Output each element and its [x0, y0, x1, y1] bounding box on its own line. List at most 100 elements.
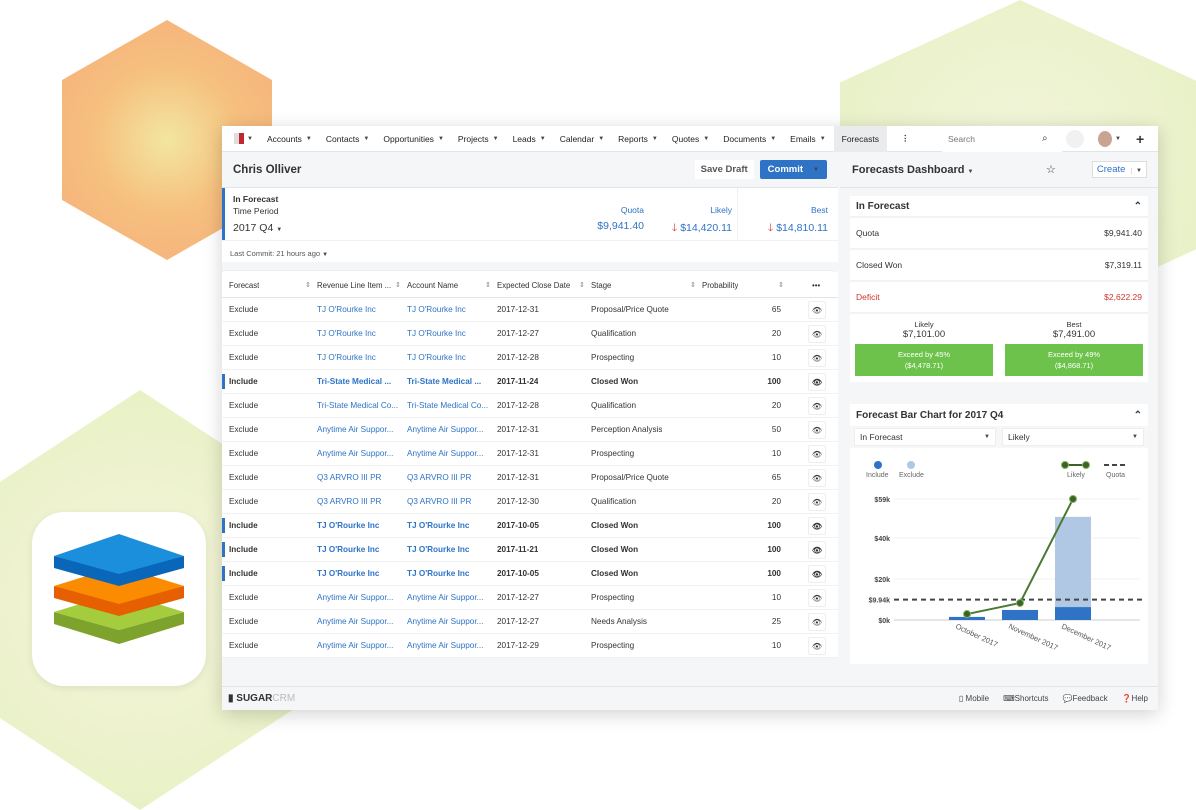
nav-reports[interactable]: Reports ▼ — [618, 134, 658, 144]
revenue-line-item-link[interactable]: TJ O'Rourke Inc — [317, 329, 376, 338]
forecast-cell[interactable]: Include — [229, 569, 258, 578]
search-icon[interactable]: ⌕ — [1042, 133, 1048, 144]
nav-emails[interactable]: Emails ▼ — [790, 134, 825, 144]
revenue-line-item-link[interactable]: Tri-State Medical Co... — [317, 401, 398, 410]
sort-icon[interactable]: ⇕ — [485, 281, 491, 289]
column-header[interactable]: Forecast — [229, 281, 259, 290]
forecast-cell[interactable]: Exclude — [229, 305, 258, 314]
forecast-cell[interactable]: Exclude — [229, 329, 258, 338]
mobile-link[interactable]: ▯ Mobile — [959, 694, 989, 703]
collapse-icon[interactable]: ⌃ — [1134, 410, 1142, 421]
nav-contacts[interactable]: Contacts ▼ — [326, 134, 370, 144]
preview-eye-icon[interactable]: 👁 — [808, 589, 826, 607]
likely-filter-select[interactable]: Likely ▼ — [1002, 428, 1144, 446]
account-link[interactable]: TJ O'Rourke Inc — [407, 329, 466, 338]
save-draft-button[interactable]: Save Draft — [694, 160, 754, 179]
revenue-line-item-link[interactable]: Anytime Air Suppor... — [317, 449, 393, 458]
nav-documents[interactable]: Documents ▼ — [723, 134, 776, 144]
sort-icon[interactable]: ⇕ — [395, 281, 401, 289]
account-link[interactable]: Anytime Air Suppor... — [407, 641, 483, 650]
revenue-line-item-link[interactable]: Tri-State Medical ... — [317, 377, 391, 386]
preview-eye-icon[interactable]: 👁 — [808, 637, 826, 655]
revenue-line-item-link[interactable]: Anytime Air Suppor... — [317, 617, 393, 626]
forecast-cell[interactable]: Exclude — [229, 401, 258, 410]
plus-icon[interactable]: + — [1136, 131, 1144, 147]
preview-eye-icon[interactable]: 👁 — [808, 397, 826, 415]
forecast-cell[interactable]: Include — [229, 545, 258, 554]
nav-forecasts[interactable]: Forecasts — [833, 125, 887, 152]
shortcuts-link[interactable]: ⌨Shortcuts — [1003, 694, 1048, 703]
nav-calendar[interactable]: Calendar ▼ — [560, 134, 604, 144]
account-link[interactable]: Q3 ARVRO III PR — [407, 497, 471, 506]
preview-eye-icon[interactable]: 👁 — [808, 493, 826, 511]
column-header[interactable]: Stage — [591, 281, 611, 290]
preview-eye-icon[interactable]: 👁 — [808, 445, 826, 463]
forecast-filter-select[interactable]: In Forecast ▼ — [854, 428, 996, 446]
account-link[interactable]: Tri-State Medical ... — [407, 377, 481, 386]
account-link[interactable]: Anytime Air Suppor... — [407, 593, 483, 602]
column-header[interactable]: Account Name — [407, 281, 458, 290]
sort-icon[interactable]: ⇕ — [690, 281, 696, 289]
account-link[interactable]: TJ O'Rourke Inc — [407, 353, 466, 362]
preview-eye-icon[interactable]: 👁 — [808, 469, 826, 487]
account-link[interactable]: TJ O'Rourke Inc — [407, 305, 466, 314]
nav-accounts[interactable]: Accounts ▼ — [267, 134, 312, 144]
last-commit[interactable]: Last Commit: 21 hours ago ▼ — [222, 240, 838, 262]
forecast-cell[interactable]: Exclude — [229, 593, 258, 602]
account-link[interactable]: Tri-State Medical Co... — [407, 401, 488, 410]
nav-projects[interactable]: Projects ▼ — [458, 134, 499, 144]
column-header[interactable]: Probability — [702, 281, 738, 290]
sort-icon[interactable]: ⇕ — [305, 281, 311, 289]
logo-menu[interactable]: ▼ — [234, 133, 253, 144]
preview-eye-icon[interactable]: 👁 — [808, 373, 826, 391]
account-link[interactable]: TJ O'Rourke Inc — [407, 521, 469, 530]
forecast-cell[interactable]: Include — [229, 377, 258, 386]
revenue-line-item-link[interactable]: TJ O'Rourke Inc — [317, 545, 379, 554]
revenue-line-item-link[interactable]: TJ O'Rourke Inc — [317, 521, 379, 530]
preview-eye-icon[interactable]: 👁 — [808, 349, 826, 367]
preview-eye-icon[interactable]: 👁 — [808, 325, 826, 343]
account-link[interactable]: Q3 ARVRO III PR — [407, 473, 471, 482]
account-link[interactable]: Anytime Air Suppor... — [407, 617, 483, 626]
revenue-line-item-link[interactable]: Q3 ARVRO III PR — [317, 497, 381, 506]
sort-icon[interactable]: ⇕ — [579, 281, 585, 289]
preview-eye-icon[interactable]: 👁 — [808, 613, 826, 631]
forecast-cell[interactable]: Exclude — [229, 425, 258, 434]
preview-eye-icon[interactable]: 👁 — [808, 541, 826, 559]
dashboard-title[interactable]: Forecasts Dashboard ▼ — [852, 164, 974, 176]
nav-quotes[interactable]: Quotes ▼ — [672, 134, 709, 144]
forecast-cell[interactable]: Exclude — [229, 617, 258, 626]
feedback-link[interactable]: 💬Feedback — [1062, 694, 1107, 703]
collapse-icon[interactable]: ⌃ — [1134, 201, 1142, 212]
column-header[interactable]: Revenue Line Item ... — [317, 281, 391, 290]
more-actions-icon[interactable]: ••• — [812, 281, 820, 290]
revenue-line-item-link[interactable]: Q3 ARVRO III PR — [317, 473, 381, 482]
preview-eye-icon[interactable]: 👁 — [808, 301, 826, 319]
preview-eye-icon[interactable]: 👁 — [808, 517, 826, 535]
account-link[interactable]: Anytime Air Suppor... — [407, 425, 483, 434]
create-button[interactable]: Create ▼ — [1091, 161, 1147, 178]
account-link[interactable]: TJ O'Rourke Inc — [407, 545, 469, 554]
revenue-line-item-link[interactable]: Anytime Air Suppor... — [317, 593, 393, 602]
column-header[interactable]: Expected Close Date — [497, 281, 570, 290]
sort-icon[interactable]: ⇕ — [778, 281, 784, 289]
forecast-cell[interactable]: Exclude — [229, 473, 258, 482]
star-icon[interactable]: ☆ — [1046, 163, 1056, 176]
revenue-line-item-link[interactable]: Anytime Air Suppor... — [317, 425, 393, 434]
preview-eye-icon[interactable]: 👁 — [808, 565, 826, 583]
revenue-line-item-link[interactable]: TJ O'Rourke Inc — [317, 569, 379, 578]
revenue-line-item-link[interactable]: Anytime Air Suppor... — [317, 641, 393, 650]
nav-opportunities[interactable]: Opportunities ▼ — [383, 134, 444, 144]
help-link[interactable]: ❓Help — [1122, 694, 1148, 703]
forecast-cell[interactable]: Include — [229, 521, 258, 530]
forecast-cell[interactable]: Exclude — [229, 641, 258, 650]
forecast-cell[interactable]: Exclude — [229, 449, 258, 458]
user-avatar[interactable] — [1098, 130, 1112, 147]
account-link[interactable]: Anytime Air Suppor... — [407, 449, 483, 458]
forecast-cell[interactable]: Exclude — [229, 497, 258, 506]
account-link[interactable]: TJ O'Rourke Inc — [407, 569, 469, 578]
preview-eye-icon[interactable]: 👁 — [808, 421, 826, 439]
forecast-cell[interactable]: Exclude — [229, 353, 258, 362]
more-icon[interactable]: ⋮ — [901, 133, 910, 144]
revenue-line-item-link[interactable]: TJ O'Rourke Inc — [317, 305, 376, 314]
